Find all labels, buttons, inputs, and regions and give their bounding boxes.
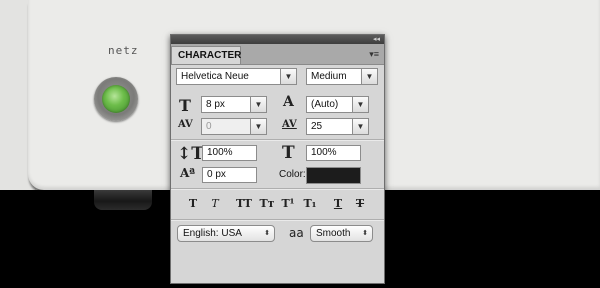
updown-arrow-icon: ⬍ xyxy=(264,230,270,237)
font-size-value: 8 px xyxy=(206,99,225,110)
chevron-down-icon: ▼ xyxy=(280,69,296,84)
tracking-select[interactable]: 25 ▼ xyxy=(306,118,369,135)
horizontal-scale-icon: T xyxy=(282,143,295,163)
font-style-value: Medium xyxy=(311,71,347,82)
panel-tab-strip: CHARACTER ▾≡ xyxy=(171,44,384,65)
tab-character[interactable]: CHARACTER xyxy=(171,46,241,64)
underline-button[interactable]: T xyxy=(329,197,347,211)
panel-menu-icon[interactable]: ▾≡ xyxy=(369,48,379,60)
color-swatch[interactable] xyxy=(306,167,361,184)
tracking-value: 25 xyxy=(311,121,323,132)
subscript-button[interactable]: T₁ xyxy=(301,197,319,211)
faux-italic-button[interactable]: T xyxy=(206,197,224,211)
netz-label: netz xyxy=(108,44,139,57)
vertical-scale-input[interactable]: 100% xyxy=(202,145,257,161)
power-led-icon xyxy=(102,85,130,113)
device-foot xyxy=(94,190,152,210)
font-style-select[interactable]: Medium ▼ xyxy=(306,68,378,85)
chevron-down-icon: ▼ xyxy=(250,97,266,112)
updown-arrow-icon: ⬍ xyxy=(362,230,368,237)
chevron-down-icon: ▼ xyxy=(352,97,368,112)
antialias-icon: aa xyxy=(289,226,304,240)
language-select[interactable]: English: USA ⬍ xyxy=(177,225,275,242)
leading-icon: A xyxy=(283,94,294,110)
baseline-shift-icon: Aª xyxy=(180,166,196,180)
tracking-icon: AV xyxy=(282,119,297,130)
antialias-value: Smooth xyxy=(316,228,351,239)
font-family-select[interactable]: Helvetica Neue ▼ xyxy=(176,68,297,85)
vertical-scale-icon: ↕T xyxy=(177,144,204,164)
small-caps-button[interactable]: Tт xyxy=(257,197,277,211)
antialias-select[interactable]: Smooth ⬍ xyxy=(310,225,373,242)
chevron-down-icon: ▼ xyxy=(361,69,377,84)
leading-value: (Auto) xyxy=(311,99,339,110)
horizontal-scale-input[interactable]: 100% xyxy=(306,145,361,161)
kerning-value: 0 xyxy=(206,121,212,132)
font-family-value: Helvetica Neue xyxy=(181,71,249,82)
chevron-down-icon: ▼ xyxy=(352,119,368,134)
character-panel: ◂◂ CHARACTER ▾≡ Helvetica Neue ▼ Medium … xyxy=(170,34,385,284)
strikethrough-button[interactable]: T xyxy=(351,197,369,211)
font-size-icon: T xyxy=(179,96,191,115)
separator xyxy=(171,188,384,189)
language-value: English: USA xyxy=(183,228,242,239)
color-label: Color: xyxy=(279,169,306,180)
panel-title-bar[interactable]: ◂◂ xyxy=(171,35,384,44)
baseline-shift-input[interactable]: 0 px xyxy=(202,167,257,183)
font-size-select[interactable]: 8 px ▼ xyxy=(201,96,267,113)
faux-bold-button[interactable]: T xyxy=(184,197,202,211)
superscript-button[interactable]: T¹ xyxy=(279,197,297,211)
separator xyxy=(171,139,384,140)
chevron-down-icon: ▼ xyxy=(250,119,266,134)
kerning-select[interactable]: 0 ▼ xyxy=(201,118,267,135)
leading-select[interactable]: (Auto) ▼ xyxy=(306,96,369,113)
separator xyxy=(171,219,384,220)
all-caps-button[interactable]: TT xyxy=(233,197,255,211)
kerning-icon: AV xyxy=(178,119,193,130)
collapse-icon[interactable]: ◂◂ xyxy=(373,35,380,44)
